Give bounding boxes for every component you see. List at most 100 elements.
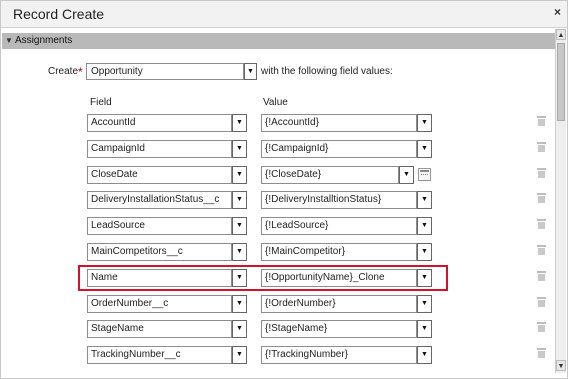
create-object-value: Opportunity — [91, 66, 143, 77]
value-input-text: {!LeadSource} — [265, 220, 329, 231]
value-input-text: {!CloseDate} — [265, 169, 322, 180]
value-input-text: {!MainCompetitor} — [265, 246, 346, 257]
value-dropdown-icon[interactable]: ▼ — [417, 346, 432, 364]
trash-lid — [537, 116, 546, 118]
trash-icon[interactable] — [537, 322, 546, 332]
scrollbar-thumb[interactable] — [557, 43, 565, 121]
field-select-value: AccountId — [91, 117, 136, 128]
value-input[interactable]: {!AccountId} — [261, 114, 417, 132]
value-input-text: {!TrackingNumber} — [265, 349, 348, 360]
trash-lid — [537, 168, 546, 170]
trash-lid — [537, 245, 546, 247]
field-select[interactable]: AccountId — [87, 114, 232, 132]
create-label: Create — [48, 66, 79, 77]
value-dropdown-icon[interactable]: ▼ — [399, 166, 414, 184]
calendar-icon[interactable] — [418, 168, 431, 181]
field-select-value: StageName — [91, 323, 144, 334]
field-select[interactable]: CampaignId — [87, 140, 232, 158]
trash-lid — [537, 193, 546, 195]
field-select-value: LeadSource — [91, 220, 145, 231]
value-dropdown-icon[interactable]: ▼ — [417, 243, 432, 261]
trash-body — [538, 171, 545, 178]
value-dropdown-icon[interactable]: ▼ — [417, 191, 432, 209]
trash-icon[interactable] — [537, 245, 546, 255]
trash-lid — [537, 297, 546, 299]
value-input[interactable]: {!DeliveryInstalltionStatus} — [261, 191, 417, 209]
field-select[interactable]: CloseDate — [87, 166, 232, 184]
value-input[interactable]: {!CampaignId} — [261, 140, 417, 158]
trash-lid — [537, 142, 546, 144]
value-input-text: {!DeliveryInstalltionStatus} — [265, 194, 382, 205]
collapse-triangle-icon[interactable]: ▼ — [5, 36, 13, 45]
value-input[interactable]: {!StageName} — [261, 320, 417, 338]
trash-lid — [537, 219, 546, 221]
field-dropdown-icon[interactable]: ▼ — [232, 114, 247, 132]
value-input[interactable]: {!LeadSource} — [261, 217, 417, 235]
field-select-value: TrackingNumber__c — [91, 349, 181, 360]
field-select-value: OrderNumber__c — [91, 298, 169, 309]
create-object-dropdown-icon[interactable]: ▼ — [244, 63, 257, 80]
scroll-up-arrow-icon[interactable]: ▲ — [556, 29, 566, 40]
field-dropdown-icon[interactable]: ▼ — [232, 191, 247, 209]
value-dropdown-icon[interactable]: ▼ — [417, 114, 432, 132]
trash-lid — [537, 348, 546, 350]
section-label: Assignments — [15, 35, 73, 46]
trash-body — [538, 325, 545, 332]
create-object-select[interactable]: Opportunity — [86, 63, 244, 80]
trash-body — [538, 222, 545, 229]
trash-icon[interactable] — [537, 168, 546, 178]
trash-icon[interactable] — [537, 271, 546, 281]
trash-icon[interactable] — [537, 348, 546, 358]
field-select-value: DeliveryInstallationStatus__c — [91, 194, 220, 205]
value-dropdown-icon[interactable]: ▼ — [417, 140, 432, 158]
trash-icon[interactable] — [537, 193, 546, 203]
field-dropdown-icon[interactable]: ▼ — [232, 217, 247, 235]
value-input[interactable]: {!TrackingNumber} — [261, 346, 417, 364]
field-column-header: Field — [90, 97, 112, 108]
trash-body — [538, 248, 545, 255]
field-dropdown-icon[interactable]: ▼ — [232, 295, 247, 313]
value-column-header: Value — [263, 97, 288, 108]
trash-body — [538, 145, 545, 152]
value-input[interactable]: {!CloseDate} — [261, 166, 399, 184]
field-dropdown-icon[interactable]: ▼ — [232, 166, 247, 184]
trash-body — [538, 196, 545, 203]
field-select[interactable]: OrderNumber__c — [87, 295, 232, 313]
field-select[interactable]: LeadSource — [87, 217, 232, 235]
scroll-down-arrow-icon[interactable]: ▼ — [556, 360, 566, 371]
value-dropdown-icon[interactable]: ▼ — [417, 217, 432, 235]
field-select[interactable]: MainCompetitors__c — [87, 243, 232, 261]
field-select[interactable]: StageName — [87, 320, 232, 338]
value-input-text: {!OrderNumber} — [265, 298, 336, 309]
assignments-section-header[interactable]: ▼ Assignments — [2, 33, 555, 49]
field-dropdown-icon[interactable]: ▼ — [232, 346, 247, 364]
value-input-text: {!AccountId} — [265, 117, 319, 128]
value-dropdown-icon[interactable]: ▼ — [417, 320, 432, 338]
required-marker: * — [78, 65, 83, 79]
trash-icon[interactable] — [537, 142, 546, 152]
record-create-dialog: Record Create × ▼ Assignments ▲ ▼ Create… — [0, 0, 568, 379]
value-input[interactable]: {!MainCompetitor} — [261, 243, 417, 261]
highlight-box — [78, 265, 448, 291]
trash-icon[interactable] — [537, 219, 546, 229]
close-icon[interactable]: × — [554, 5, 561, 19]
value-dropdown-icon[interactable]: ▼ — [417, 295, 432, 313]
field-dropdown-icon[interactable]: ▼ — [232, 320, 247, 338]
field-select-value: CampaignId — [91, 143, 145, 154]
dialog-title: Record Create — [13, 6, 105, 22]
trash-icon[interactable] — [537, 297, 546, 307]
vertical-scrollbar[interactable]: ▲ ▼ — [555, 29, 566, 373]
trash-lid — [537, 322, 546, 324]
field-dropdown-icon[interactable]: ▼ — [232, 243, 247, 261]
field-select[interactable]: TrackingNumber__c — [87, 346, 232, 364]
trash-body — [538, 119, 545, 126]
value-input[interactable]: {!OrderNumber} — [261, 295, 417, 313]
trash-body — [538, 300, 545, 307]
field-select-value: MainCompetitors__c — [91, 246, 183, 257]
dialog-titlebar: Record Create × — [1, 1, 567, 28]
trash-icon[interactable] — [537, 116, 546, 126]
trash-body — [538, 351, 545, 358]
field-select[interactable]: DeliveryInstallationStatus__c — [87, 191, 232, 209]
field-dropdown-icon[interactable]: ▼ — [232, 140, 247, 158]
value-input-text: {!StageName} — [265, 323, 328, 334]
